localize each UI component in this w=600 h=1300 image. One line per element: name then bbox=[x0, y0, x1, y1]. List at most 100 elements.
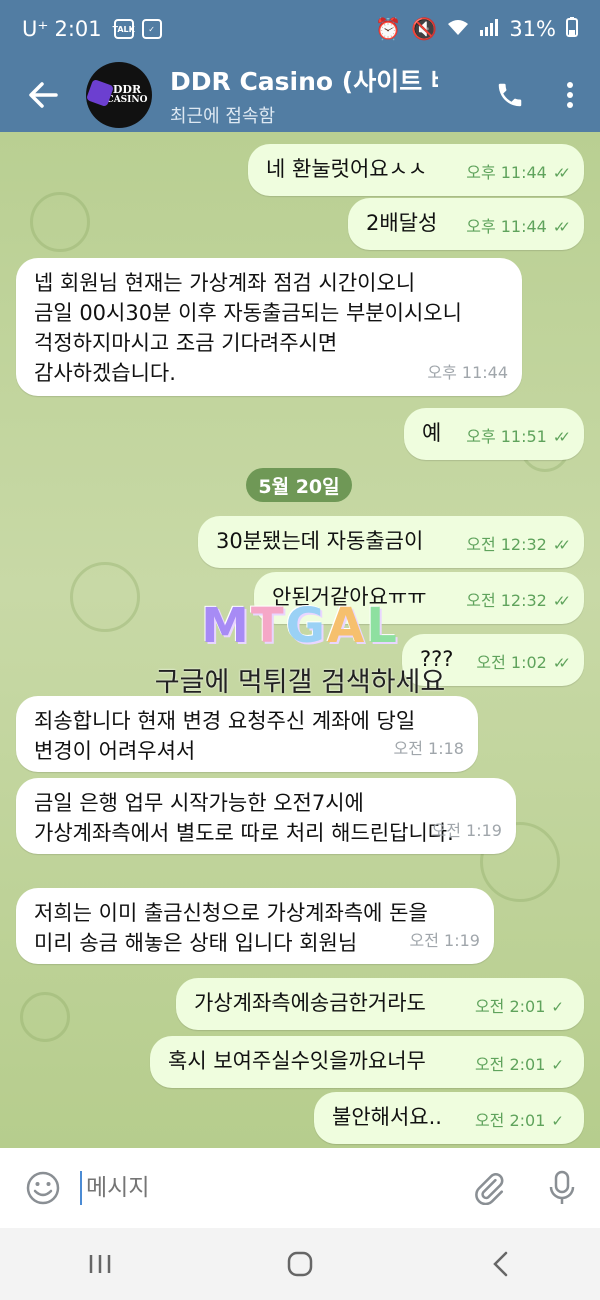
message-bubble-outgoing[interactable]: 예 오후 11:51 ✓✓ bbox=[404, 408, 584, 460]
message-time: 오전 2:01 bbox=[474, 1055, 546, 1074]
carrier-label: U⁺ bbox=[22, 17, 49, 41]
sent-check-icon: ✓ bbox=[551, 1056, 564, 1074]
chat-area[interactable]: 네 환눌럿어요ㅅㅅ 오후 11:44 ✓✓ 2배달성 오후 11:44 ✓✓ 넵 회… bbox=[0, 132, 600, 1148]
message-time: 오전 12:32 bbox=[466, 535, 547, 554]
clock: 2:01 bbox=[54, 17, 102, 41]
message-bubble-outgoing[interactable]: 2배달성 오후 11:44 ✓✓ bbox=[348, 198, 584, 250]
message-text: 네 환눌럿어요ㅅㅅ bbox=[266, 157, 428, 181]
message-bubble-outgoing[interactable]: 네 환눌럿어요ㅅㅅ 오후 11:44 ✓✓ bbox=[248, 144, 584, 196]
chat-header: DDR CASINO DDR Casino (사이트 배 최근에 접속함 bbox=[0, 58, 600, 132]
message-meta: 오전 2:01 ✓ bbox=[475, 1106, 570, 1136]
chat-title-area[interactable]: DDR Casino (사이트 배 최근에 접속함 bbox=[170, 62, 480, 128]
message-meta: 오전 1:18 bbox=[394, 734, 464, 764]
message-meta: 오전 1:02 ✓✓ bbox=[476, 648, 571, 678]
message-time: 오후 11:51 bbox=[466, 427, 547, 446]
message-text: 금일 은행 업무 시작가능한 오전7시에 가상계좌측에서 별도로 따로 처리 해… bbox=[34, 791, 454, 845]
message-text: 가상계좌측에송금한거라도 bbox=[194, 991, 426, 1015]
message-time: 오전 1:18 bbox=[393, 739, 464, 758]
message-time: 오전 1:19 bbox=[409, 931, 480, 950]
check-notification-icon: ✓ bbox=[141, 19, 162, 39]
message-text: ??? bbox=[420, 647, 454, 671]
alarm-icon: ⏰ bbox=[375, 16, 402, 41]
message-meta: 오후 11:51 ✓✓ bbox=[466, 422, 571, 452]
last-seen-status: 최근에 접속함 bbox=[170, 106, 276, 127]
signal-icon bbox=[479, 17, 499, 41]
emoji-button[interactable] bbox=[0, 1148, 86, 1228]
phone-icon bbox=[498, 83, 522, 107]
message-bubble-outgoing[interactable]: 불안해서요.. 오전 2:01 ✓ bbox=[314, 1092, 584, 1144]
message-time: 오후 11:44 bbox=[427, 363, 508, 382]
message-time: 오후 11:44 bbox=[466, 217, 547, 236]
read-check-icon: ✓✓ bbox=[552, 654, 571, 672]
talk-notification-icon: TALK bbox=[112, 19, 135, 39]
avatar[interactable]: DDR CASINO bbox=[86, 62, 152, 128]
message-meta: 오전 12:32 ✓✓ bbox=[466, 530, 571, 560]
recent-apps-icon bbox=[89, 1255, 111, 1273]
sent-check-icon: ✓ bbox=[551, 998, 564, 1016]
message-text: 30분됐는데 자동출금이 bbox=[216, 529, 424, 553]
message-time: 오전 2:01 bbox=[474, 1111, 546, 1130]
emoji-icon bbox=[26, 1171, 60, 1205]
avatar-text: DDR bbox=[112, 83, 142, 96]
avatar-subtext: CASINO bbox=[106, 95, 148, 105]
wifi-icon bbox=[447, 17, 469, 41]
microphone-icon bbox=[549, 1170, 575, 1204]
recent-apps-button[interactable] bbox=[40, 1228, 160, 1300]
read-check-icon: ✓✓ bbox=[552, 218, 571, 236]
message-bubble-outgoing[interactable]: 안된거같아요ㅠㅠ 오전 12:32 ✓✓ bbox=[254, 572, 584, 624]
message-text: 혹시 보여주실수잇을까요너무 bbox=[168, 1049, 426, 1073]
system-navigation-bar bbox=[0, 1228, 600, 1300]
message-time: 오전 2:01 bbox=[474, 997, 546, 1016]
message-bubble-incoming[interactable]: 죄송합니다 현재 변경 요청주신 계좌에 당일 변경이 어려우셔서 오전 1:1… bbox=[16, 696, 478, 772]
voice-message-button[interactable] bbox=[524, 1148, 600, 1228]
chevron-left-icon bbox=[493, 1251, 508, 1277]
back-arrow-icon bbox=[29, 82, 58, 108]
message-input[interactable] bbox=[82, 1175, 454, 1201]
message-bubble-outgoing[interactable]: ??? 오전 1:02 ✓✓ bbox=[402, 634, 584, 686]
message-text: 죄송합니다 현재 변경 요청주신 계좌에 당일 변경이 어려우셔서 bbox=[34, 709, 416, 763]
message-time: 오전 1:19 bbox=[431, 821, 502, 840]
attach-button[interactable] bbox=[454, 1148, 524, 1228]
chat-title: DDR Casino (사이트 배 bbox=[170, 67, 438, 96]
mute-icon: 🔇 bbox=[411, 16, 438, 41]
back-button[interactable] bbox=[0, 58, 86, 132]
home-button[interactable] bbox=[240, 1228, 360, 1300]
message-text: 저희는 이미 출금신청으로 가상계좌측에 돈을 미리 송금 해놓은 상태 입니다… bbox=[34, 901, 428, 955]
message-meta: 오후 11:44 ✓✓ bbox=[466, 158, 571, 188]
message-bubble-outgoing[interactable]: 혹시 보여주실수잇을까요너무 오전 2:01 ✓ bbox=[150, 1036, 584, 1088]
message-meta: 오전 12:32 ✓✓ bbox=[466, 586, 571, 616]
message-input-bar bbox=[0, 1148, 600, 1228]
read-check-icon: ✓✓ bbox=[552, 592, 571, 610]
message-bubble-incoming[interactable]: 저희는 이미 출금신청으로 가상계좌측에 돈을 미리 송금 해놓은 상태 입니다… bbox=[16, 888, 494, 964]
message-text: 안된거같아요ㅠㅠ bbox=[272, 585, 427, 609]
battery-level: 31% bbox=[509, 17, 556, 41]
read-check-icon: ✓✓ bbox=[552, 428, 571, 446]
read-check-icon: ✓✓ bbox=[552, 536, 571, 554]
date-separator: 5월 20일 bbox=[246, 468, 352, 502]
message-meta: 오후 11:44 ✓✓ bbox=[466, 212, 571, 242]
message-bubble-outgoing[interactable]: 30분됐는데 자동출금이 오전 12:32 ✓✓ bbox=[198, 516, 584, 568]
message-text: 넵 회원님 현재는 가상계좌 점검 시간이오니 금일 00시30분 이후 자동출… bbox=[34, 271, 462, 385]
message-time: 오전 12:32 bbox=[466, 591, 547, 610]
message-bubble-incoming[interactable]: 금일 은행 업무 시작가능한 오전7시에 가상계좌측에서 별도로 따로 처리 해… bbox=[16, 778, 516, 854]
message-meta: 오전 1:19 bbox=[410, 926, 480, 956]
back-nav-button[interactable] bbox=[440, 1228, 560, 1300]
message-meta: 오후 11:44 bbox=[427, 358, 508, 388]
message-meta: 오전 2:01 ✓ bbox=[475, 992, 570, 1022]
message-text: 예 bbox=[422, 421, 442, 445]
message-bubble-incoming[interactable]: 넵 회원님 현재는 가상계좌 점검 시간이오니 금일 00시30분 이후 자동출… bbox=[16, 258, 522, 396]
more-options-button[interactable] bbox=[540, 58, 600, 132]
status-bar: U⁺ 2:01 TALK ✓ ⏰ 🔇 31% bbox=[0, 0, 600, 58]
message-bubble-outgoing[interactable]: 가상계좌측에송금한거라도 오전 2:01 ✓ bbox=[176, 978, 584, 1030]
message-text: 불안해서요.. bbox=[332, 1105, 442, 1129]
battery-icon bbox=[566, 16, 578, 42]
paperclip-icon bbox=[475, 1173, 504, 1205]
message-meta: 오전 2:01 ✓ bbox=[475, 1050, 570, 1080]
message-text: 2배달성 bbox=[366, 211, 438, 235]
message-meta: 오전 1:19 bbox=[432, 816, 502, 846]
call-button[interactable] bbox=[480, 58, 540, 132]
message-time: 오전 1:02 bbox=[476, 653, 547, 672]
message-time: 오후 11:44 bbox=[466, 163, 547, 182]
read-check-icon: ✓✓ bbox=[552, 164, 571, 182]
more-vertical-icon bbox=[567, 82, 573, 108]
